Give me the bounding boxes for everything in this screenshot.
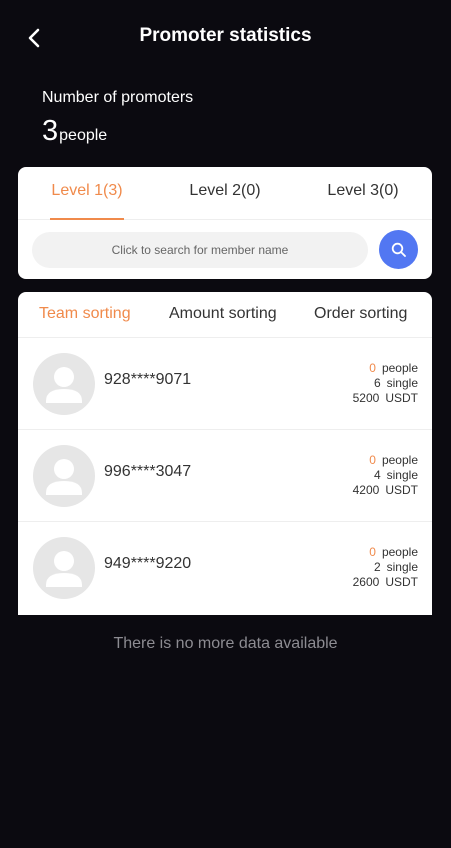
currency: USDT bbox=[385, 483, 418, 497]
user-placeholder-icon bbox=[46, 551, 82, 587]
user-placeholder-icon bbox=[46, 459, 82, 495]
member-list-card: Team sorting Amount sorting Order sortin… bbox=[18, 292, 432, 615]
member-row[interactable]: 949****9220 0 people 2 single 2600 USDT bbox=[18, 522, 432, 614]
member-stats: 0 people 2 single 2600 USDT bbox=[353, 545, 418, 590]
currency: USDT bbox=[385, 391, 418, 405]
promoters-count: 3 people bbox=[42, 113, 107, 149]
member-row[interactable]: 928****9071 0 people 6 single 5200 USDT bbox=[18, 338, 432, 430]
member-stats: 0 people 6 single 5200 USDT bbox=[353, 361, 418, 406]
member-row[interactable]: 996****3047 0 people 4 single 4200 USDT bbox=[18, 430, 432, 522]
search-input[interactable]: Click to search for member name bbox=[32, 232, 368, 268]
member-id: 996****3047 bbox=[104, 463, 192, 480]
avatar bbox=[33, 353, 95, 415]
member-id: 928****9071 bbox=[104, 371, 192, 388]
promoters-count-number: 3 bbox=[42, 115, 59, 147]
header-bar: Promoter statistics bbox=[0, 0, 451, 74]
avatar bbox=[33, 445, 95, 507]
member-order-count: 6 bbox=[373, 376, 381, 390]
no-more-data-text: There is no more data available bbox=[113, 635, 338, 652]
tab-team-sorting[interactable]: Team sorting bbox=[39, 305, 131, 323]
member-people-count: 0 bbox=[369, 545, 376, 559]
page-title: Promoter statistics bbox=[139, 25, 312, 46]
order-unit: single bbox=[386, 560, 418, 574]
people-unit: people bbox=[381, 361, 418, 375]
member-amount: 5200 bbox=[352, 391, 380, 405]
level-tabs: Level 1(3) Level 2(0) Level 3(0) bbox=[18, 167, 432, 220]
tab-level-3[interactable]: Level 3(0) bbox=[308, 182, 418, 200]
tab-level-1[interactable]: Level 1(3) bbox=[32, 182, 142, 200]
member-amount: 2600 bbox=[352, 575, 380, 589]
search-icon bbox=[391, 242, 406, 257]
avatar bbox=[33, 537, 95, 599]
tab-level-2[interactable]: Level 2(0) bbox=[170, 182, 280, 200]
search-button[interactable] bbox=[379, 230, 418, 269]
member-people-count: 0 bbox=[369, 453, 376, 467]
promoters-count-unit: people bbox=[59, 127, 108, 144]
order-unit: single bbox=[386, 468, 418, 482]
people-unit: people bbox=[381, 545, 418, 559]
tab-order-sorting[interactable]: Order sorting bbox=[314, 305, 407, 323]
tab-amount-sorting[interactable]: Amount sorting bbox=[169, 305, 277, 323]
member-order-count: 4 bbox=[373, 468, 381, 482]
order-unit: single bbox=[386, 376, 418, 390]
people-unit: people bbox=[381, 453, 418, 467]
active-tab-underline bbox=[50, 218, 124, 220]
promoters-label: Number of promoters bbox=[42, 89, 194, 106]
sort-tabs: Team sorting Amount sorting Order sortin… bbox=[18, 292, 432, 338]
member-order-count: 2 bbox=[373, 560, 381, 574]
member-people-count: 0 bbox=[369, 361, 376, 375]
level-card: Level 1(3) Level 2(0) Level 3(0) Click t… bbox=[18, 167, 432, 279]
member-stats: 0 people 4 single 4200 USDT bbox=[353, 453, 418, 498]
member-id: 949****9220 bbox=[104, 555, 192, 572]
currency: USDT bbox=[385, 575, 418, 589]
user-placeholder-icon bbox=[46, 367, 82, 403]
member-amount: 4200 bbox=[352, 483, 380, 497]
